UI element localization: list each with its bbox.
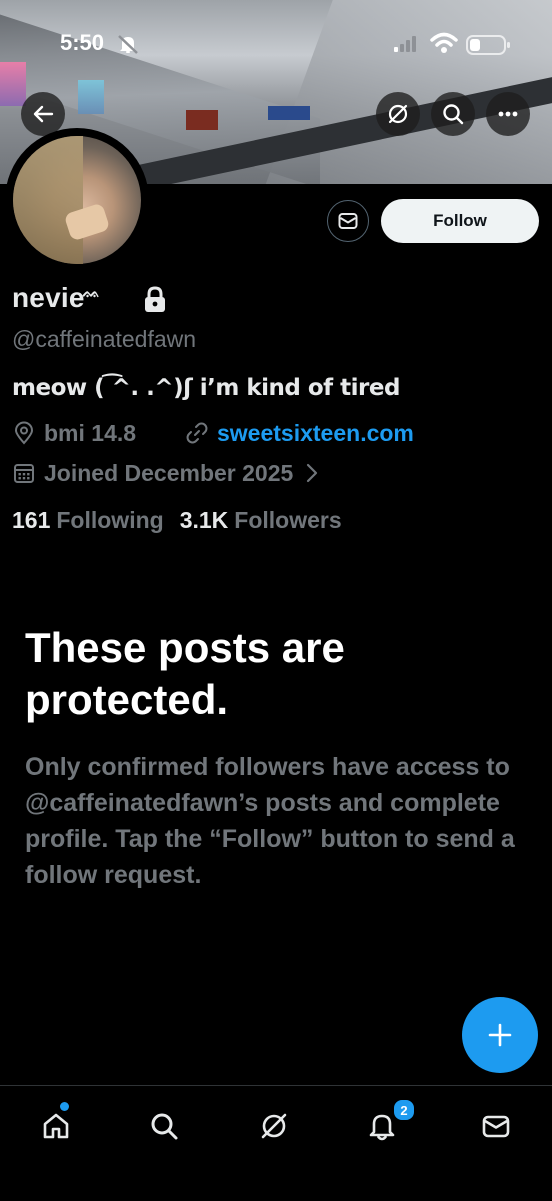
nav-home[interactable] xyxy=(36,1106,76,1146)
search-button[interactable] xyxy=(431,92,475,136)
display-name-text: nevie xyxy=(12,282,85,313)
compose-button[interactable] xyxy=(462,997,538,1073)
cellular-signal-icon xyxy=(394,36,416,52)
lock-icon xyxy=(145,286,165,312)
wifi-icon xyxy=(430,32,458,53)
envelope-icon xyxy=(338,213,358,229)
bell-slash-icon xyxy=(118,35,138,54)
plus-icon xyxy=(488,1023,512,1047)
followers-stat[interactable]: 3.1K Followers xyxy=(180,507,342,534)
location-text: bmi 14.8 xyxy=(44,419,137,446)
website-link[interactable]: sweetsixteen.com xyxy=(217,420,414,447)
following-stat[interactable]: 161 Following xyxy=(12,507,164,534)
grok-button[interactable] xyxy=(376,92,420,136)
bottom-nav: 2 xyxy=(0,1085,552,1201)
status-bar: 5:50 xyxy=(0,0,552,90)
calendar-icon xyxy=(14,464,34,483)
avatar-hair xyxy=(13,136,83,264)
followers-count: 3.1K xyxy=(179,507,229,533)
more-button[interactable] xyxy=(486,92,530,136)
notifications-badge: 2 xyxy=(392,1098,416,1122)
protected-title: These posts are protected. xyxy=(25,624,345,723)
chevron-right-icon xyxy=(307,463,318,483)
location-pin-icon xyxy=(14,421,34,445)
profile-location: bmi 14.8 xyxy=(12,418,136,448)
following-label: Following xyxy=(56,507,164,533)
banner-sign xyxy=(268,106,310,120)
nav-grok[interactable] xyxy=(254,1106,294,1146)
profile-website[interactable]: sweetsixteen.com xyxy=(185,418,414,448)
nav-messages[interactable] xyxy=(476,1106,516,1146)
grok-icon xyxy=(261,1113,287,1139)
nav-search[interactable] xyxy=(144,1106,184,1146)
home-unread-dot xyxy=(60,1102,69,1111)
profile-bio: meow ( ͡^. .^)ʃ i’m kind of tired xyxy=(12,375,400,401)
banner-sign xyxy=(186,110,218,130)
envelope-icon xyxy=(482,1115,510,1138)
arrow-left-icon xyxy=(33,105,54,123)
battery-icon xyxy=(466,35,510,55)
display-name: nevieᨐ xyxy=(12,282,100,314)
status-time: 5:50 xyxy=(60,30,105,55)
followers-label: Followers xyxy=(234,507,342,533)
link-icon xyxy=(186,422,208,444)
more-icon xyxy=(498,111,518,117)
profile-handle: @caffeinatedfawn xyxy=(12,326,197,352)
protected-body: Only confirmed followers have access to … xyxy=(25,753,515,889)
follow-button[interactable]: Follow xyxy=(381,199,539,243)
grok-icon xyxy=(388,104,408,124)
profile-joined[interactable]: Joined December 2025 xyxy=(12,458,329,488)
home-icon xyxy=(43,1113,69,1139)
joined-text: Joined December 2025 xyxy=(44,459,294,486)
search-icon xyxy=(151,1113,178,1140)
message-button[interactable] xyxy=(327,200,369,242)
search-icon xyxy=(443,104,464,125)
follow-stats: 161 Following 3.1K Followers xyxy=(12,507,342,534)
display-name-decoration: ᨐ xyxy=(82,282,101,301)
following-count: 161 xyxy=(12,507,51,533)
avatar[interactable] xyxy=(5,128,149,272)
